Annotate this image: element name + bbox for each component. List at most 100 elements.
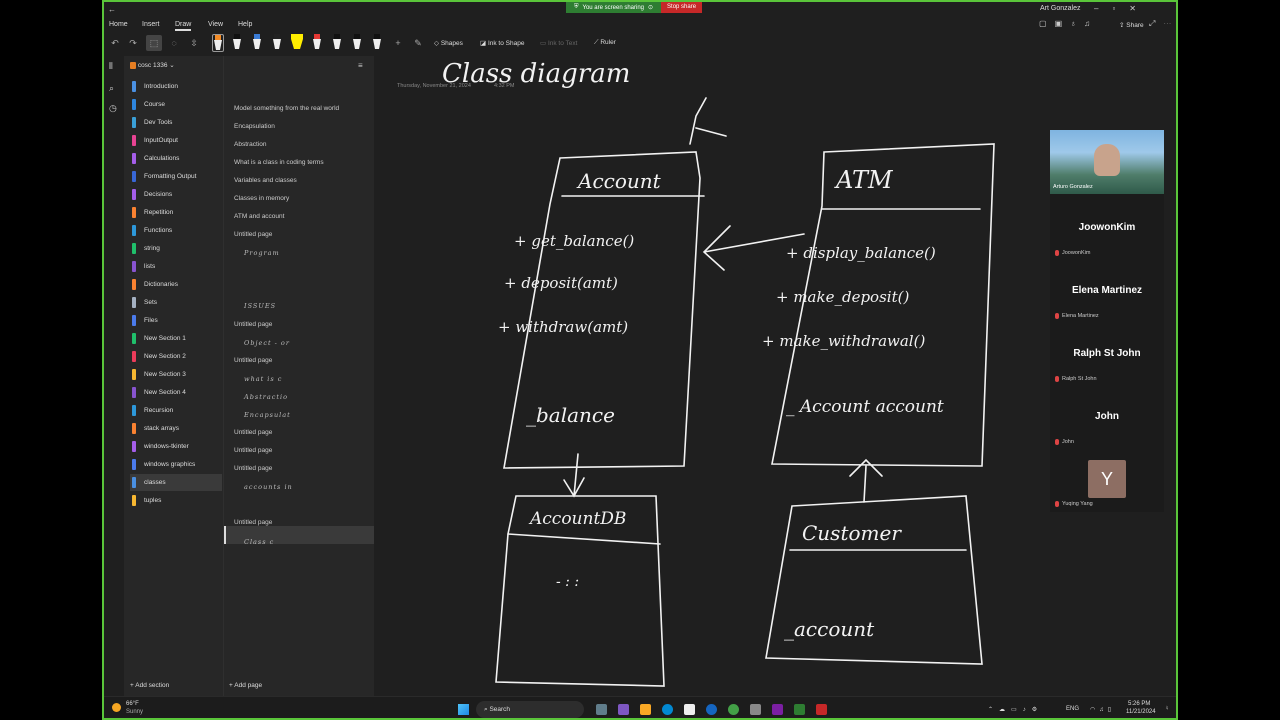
ruler-button[interactable]: ⟋ Ruler: [594, 39, 616, 47]
section-item-recursion[interactable]: Recursion: [130, 402, 222, 419]
menu-help[interactable]: Help: [238, 21, 252, 28]
page-item[interactable]: Variables and classes: [234, 175, 297, 187]
onenote-icon[interactable]: [772, 704, 783, 715]
recorder-icon[interactable]: [816, 704, 827, 715]
pen-black-4[interactable]: [372, 34, 382, 50]
section-item-string[interactable]: string: [130, 240, 222, 257]
page-item[interactable]: Encapsulation: [234, 121, 275, 133]
section-item-dev-tools[interactable]: Dev Tools: [130, 114, 222, 131]
section-item-sets[interactable]: Sets: [130, 294, 222, 311]
recent-icon[interactable]: ◷: [109, 103, 117, 114]
section-item-new-section-2[interactable]: New Section 2: [130, 348, 222, 365]
highlighter-yellow[interactable]: [290, 34, 304, 50]
section-item-calculations[interactable]: Calculations: [130, 150, 222, 167]
section-item-formatting-output[interactable]: Formatting Output: [130, 168, 222, 185]
page-item[interactable]: accounts in: [244, 481, 293, 493]
pen-black-3[interactable]: [352, 34, 362, 50]
section-item-windows-graphics[interactable]: windows graphics: [130, 456, 222, 473]
section-item-tuples[interactable]: tuples: [130, 492, 222, 509]
page-item[interactable]: Object - or: [244, 337, 290, 349]
menu-insert[interactable]: Insert: [142, 21, 160, 28]
page-item[interactable]: Untitled page: [234, 319, 272, 331]
section-item-classes[interactable]: classes: [130, 474, 222, 491]
edge-icon[interactable]: [662, 704, 673, 715]
paint-icon[interactable]: [750, 704, 761, 715]
page-item[interactable]: Class c: [244, 536, 274, 548]
select-tool-icon[interactable]: ⬚: [146, 35, 162, 51]
clock-date[interactable]: 11/21/2024: [1126, 709, 1156, 715]
expand-icon[interactable]: ⤢: [1149, 19, 1163, 28]
close-icon[interactable]: ✕: [1129, 4, 1150, 13]
section-item-files[interactable]: Files: [130, 312, 222, 329]
page-item[interactable]: Untitled page: [234, 427, 272, 439]
page-item[interactable]: Abstraction: [234, 139, 267, 151]
page-item[interactable]: Classes in memory: [234, 193, 289, 205]
taskbar-search[interactable]: ⌕ Search: [476, 701, 584, 718]
pen-blue[interactable]: [252, 34, 262, 50]
network-sound-icons[interactable]: ◠♫▯: [1090, 706, 1115, 713]
section-item-dictionaries[interactable]: Dictionaries: [130, 276, 222, 293]
more-icon[interactable]: ⋯: [1163, 19, 1176, 28]
page-item[interactable]: Abstractio: [244, 391, 288, 403]
lightbulb-icon[interactable]: ♁: [1070, 19, 1084, 28]
chrome-icon[interactable]: [728, 704, 739, 715]
section-item-new-section-3[interactable]: New Section 3: [130, 366, 222, 383]
sun-icon[interactable]: [112, 703, 121, 712]
share-button[interactable]: ⇪ Share: [1119, 21, 1144, 29]
section-item-functions[interactable]: Functions: [130, 222, 222, 239]
page-item[interactable]: ISSUES: [244, 300, 276, 312]
section-item-course[interactable]: Course: [130, 96, 222, 113]
page-item[interactable]: Untitled page: [234, 517, 272, 529]
notification-bell-icon[interactable]: ♮: [1166, 705, 1168, 712]
tray-icons[interactable]: ⌃☁▭♪⚙: [988, 706, 1043, 713]
pin-icon[interactable]: ⊙: [648, 4, 653, 11]
minimize-icon[interactable]: –: [1094, 4, 1112, 13]
notebook-selector[interactable]: cosc 1336 ⌄: [130, 61, 175, 69]
menu-draw[interactable]: Draw: [175, 21, 192, 31]
excel-icon[interactable]: [794, 704, 805, 715]
pen-orange[interactable]: [212, 34, 224, 52]
maximize-icon[interactable]: ▫: [1112, 4, 1129, 13]
undo-icon[interactable]: ↶: [107, 35, 123, 51]
section-item-stack-arrays[interactable]: stack arrays: [130, 420, 222, 437]
file-explorer-icon[interactable]: [640, 704, 651, 715]
weather-temp[interactable]: 66°F: [126, 701, 139, 707]
user-name[interactable]: Art Gonzalez: [1040, 5, 1080, 12]
copilot-icon[interactable]: [618, 704, 629, 715]
sort-icon[interactable]: ≡: [358, 61, 363, 70]
page-item[interactable]: ATM and account: [234, 211, 284, 223]
section-item-lists[interactable]: lists: [130, 258, 222, 275]
lasso-icon[interactable]: ◌: [166, 35, 182, 51]
pen-red[interactable]: [312, 34, 322, 50]
page-item[interactable]: Untitled page: [234, 445, 272, 457]
redo-icon[interactable]: ↷: [125, 35, 141, 51]
pen-black-2[interactable]: [332, 34, 342, 50]
section-item-introduction[interactable]: Introduction: [130, 78, 222, 95]
task-view-icon[interactable]: [596, 704, 607, 715]
windows-start-icon[interactable]: [458, 704, 469, 715]
notebooks-icon[interactable]: ⫴: [109, 61, 113, 72]
language-indicator[interactable]: ENG: [1066, 706, 1079, 712]
section-item-inputoutput[interactable]: InputOutput: [130, 132, 222, 149]
section-item-windows-tkinter[interactable]: windows-tkinter: [130, 438, 222, 455]
pen-settings-icon[interactable]: ✎: [410, 35, 426, 51]
search-icon[interactable]: ⌕: [109, 83, 114, 94]
back-arrow-icon[interactable]: ←: [108, 5, 116, 14]
page-item[interactable]: Untitled page: [234, 355, 272, 367]
store-icon[interactable]: [684, 704, 695, 715]
ink-to-shape-button[interactable]: ◪ Ink to Shape: [480, 39, 524, 47]
book-icon[interactable]: ▢: [1039, 19, 1055, 28]
section-item-new-section-1[interactable]: New Section 1: [130, 330, 222, 347]
page-item[interactable]: Model something from the real world: [234, 103, 339, 115]
vpn-icon[interactable]: [706, 704, 717, 715]
add-page-button[interactable]: + Add page: [229, 682, 262, 689]
page-icon[interactable]: ▣: [1055, 19, 1071, 28]
page-item[interactable]: Program: [244, 247, 280, 259]
page-item[interactable]: Encapsulat: [244, 409, 291, 421]
page-item[interactable]: Untitled page: [234, 463, 272, 475]
video-tile[interactable]: Arturo Gonzalez: [1050, 130, 1164, 194]
shapes-button[interactable]: ◇ Shapes: [434, 39, 463, 47]
pen-black[interactable]: [232, 34, 242, 50]
ink-to-text-button[interactable]: ▭ Ink to Text: [540, 39, 577, 47]
page-item[interactable]: Untitled page: [234, 229, 272, 241]
